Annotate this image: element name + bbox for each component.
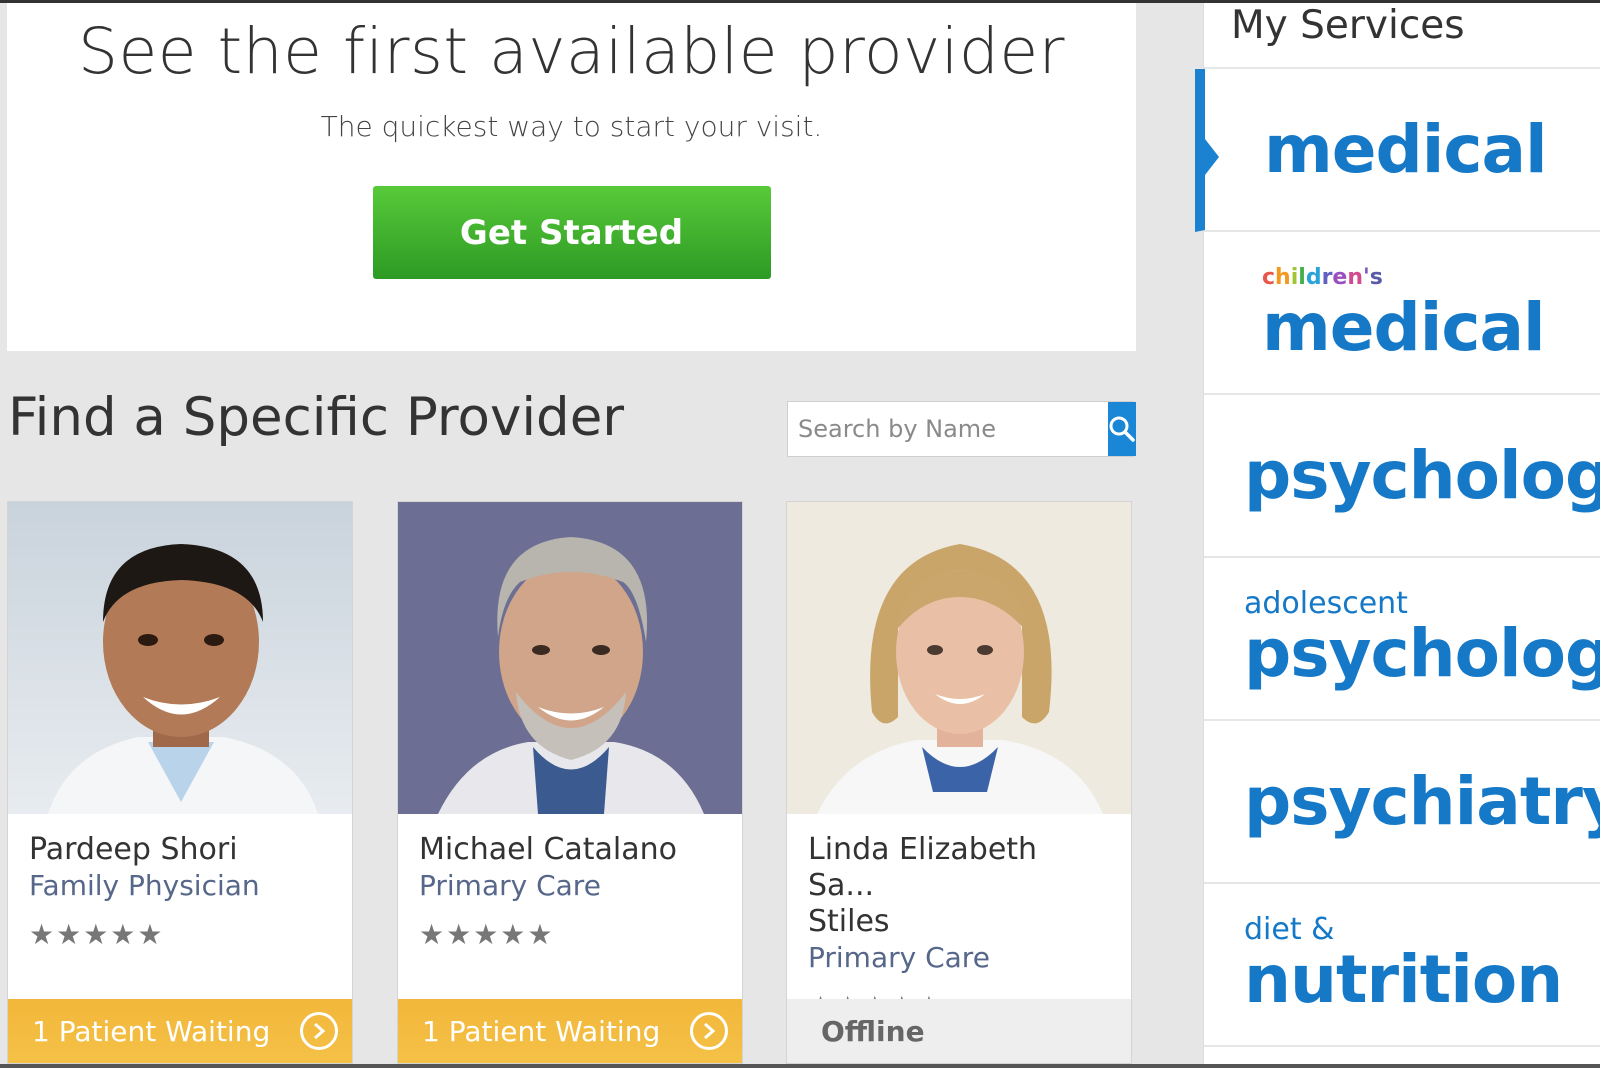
service-prefix: children's <box>1262 264 1383 290</box>
status-text: 1 Patient Waiting <box>32 1014 271 1048</box>
service-adolescent-psychology[interactable]: adolescent psychology <box>1204 558 1600 721</box>
active-pointer-icon <box>1205 139 1219 175</box>
service-psychiatry[interactable]: psychiatry <box>1204 721 1600 884</box>
status-text: 1 Patient Waiting <box>422 1014 661 1048</box>
service-label: psychology <box>1244 614 1600 692</box>
provider-specialty: Family Physician <box>29 869 260 902</box>
rating-stars: ★★★★★ <box>29 918 165 951</box>
get-started-button[interactable]: Get Started <box>372 186 771 279</box>
provider-specialty: Primary Care <box>419 869 601 902</box>
search-icon <box>1109 416 1135 442</box>
service-label: medical <box>1264 110 1548 188</box>
provider-card[interactable]: Michael Catalano Primary Care ★★★★★ 1 Pa… <box>397 501 743 1064</box>
patient-waiting-bar[interactable]: 1 Patient Waiting <box>398 999 742 1063</box>
rating-stars: ★★★★★ <box>419 918 555 951</box>
provider-specialty: Primary Care <box>808 941 990 974</box>
chevron-right-icon <box>690 1012 728 1050</box>
status-text: Offline <box>821 1014 925 1048</box>
chevron-right-icon <box>300 1012 338 1050</box>
search-input[interactable] <box>788 402 1108 456</box>
service-label: psychiatry <box>1244 762 1600 840</box>
service-label: medical <box>1262 288 1546 366</box>
provider-photo <box>398 502 742 814</box>
service-medical[interactable]: medical <box>1195 69 1600 232</box>
provider-card[interactable]: Linda Elizabeth Sa... Stiles Primary Car… <box>786 501 1132 1064</box>
service-label: nutrition <box>1244 940 1563 1018</box>
offline-status-bar: Offline <box>787 999 1131 1063</box>
search-button[interactable] <box>1108 402 1136 456</box>
provider-name: Linda Elizabeth Sa... <box>808 832 1038 903</box>
service-prefix: adolescent <box>1244 585 1408 621</box>
provider-name: Michael Catalano <box>419 832 678 867</box>
first-available-panel: See the first available provider The qui… <box>7 3 1136 351</box>
provider-name-line2: Stiles <box>808 904 890 939</box>
provider-search <box>787 401 1136 457</box>
services-title: My Services <box>1204 3 1600 69</box>
bottom-border <box>0 1064 1600 1068</box>
patient-waiting-bar[interactable]: 1 Patient Waiting <box>8 999 352 1063</box>
service-label: psychology <box>1244 436 1600 514</box>
hero-subtitle: The quickest way to start your visit. <box>320 110 823 143</box>
find-provider-title: Find a Specific Provider <box>8 387 625 448</box>
services-sidebar: My Services medical children's medical p… <box>1195 3 1600 1064</box>
provider-card[interactable]: Pardeep Shori Family Physician ★★★★★ 1 P… <box>7 501 353 1064</box>
service-childrens-medical[interactable]: children's medical <box>1204 232 1600 395</box>
provider-name: Pardeep Shori <box>29 832 238 867</box>
service-diet-nutrition[interactable]: diet & nutrition <box>1204 884 1600 1047</box>
hero-title: See the first available provider <box>78 15 1065 88</box>
service-prefix: diet & <box>1244 911 1335 947</box>
service-psychology[interactable]: psychology <box>1204 395 1600 558</box>
provider-photo <box>787 502 1131 814</box>
provider-photo <box>8 502 352 814</box>
